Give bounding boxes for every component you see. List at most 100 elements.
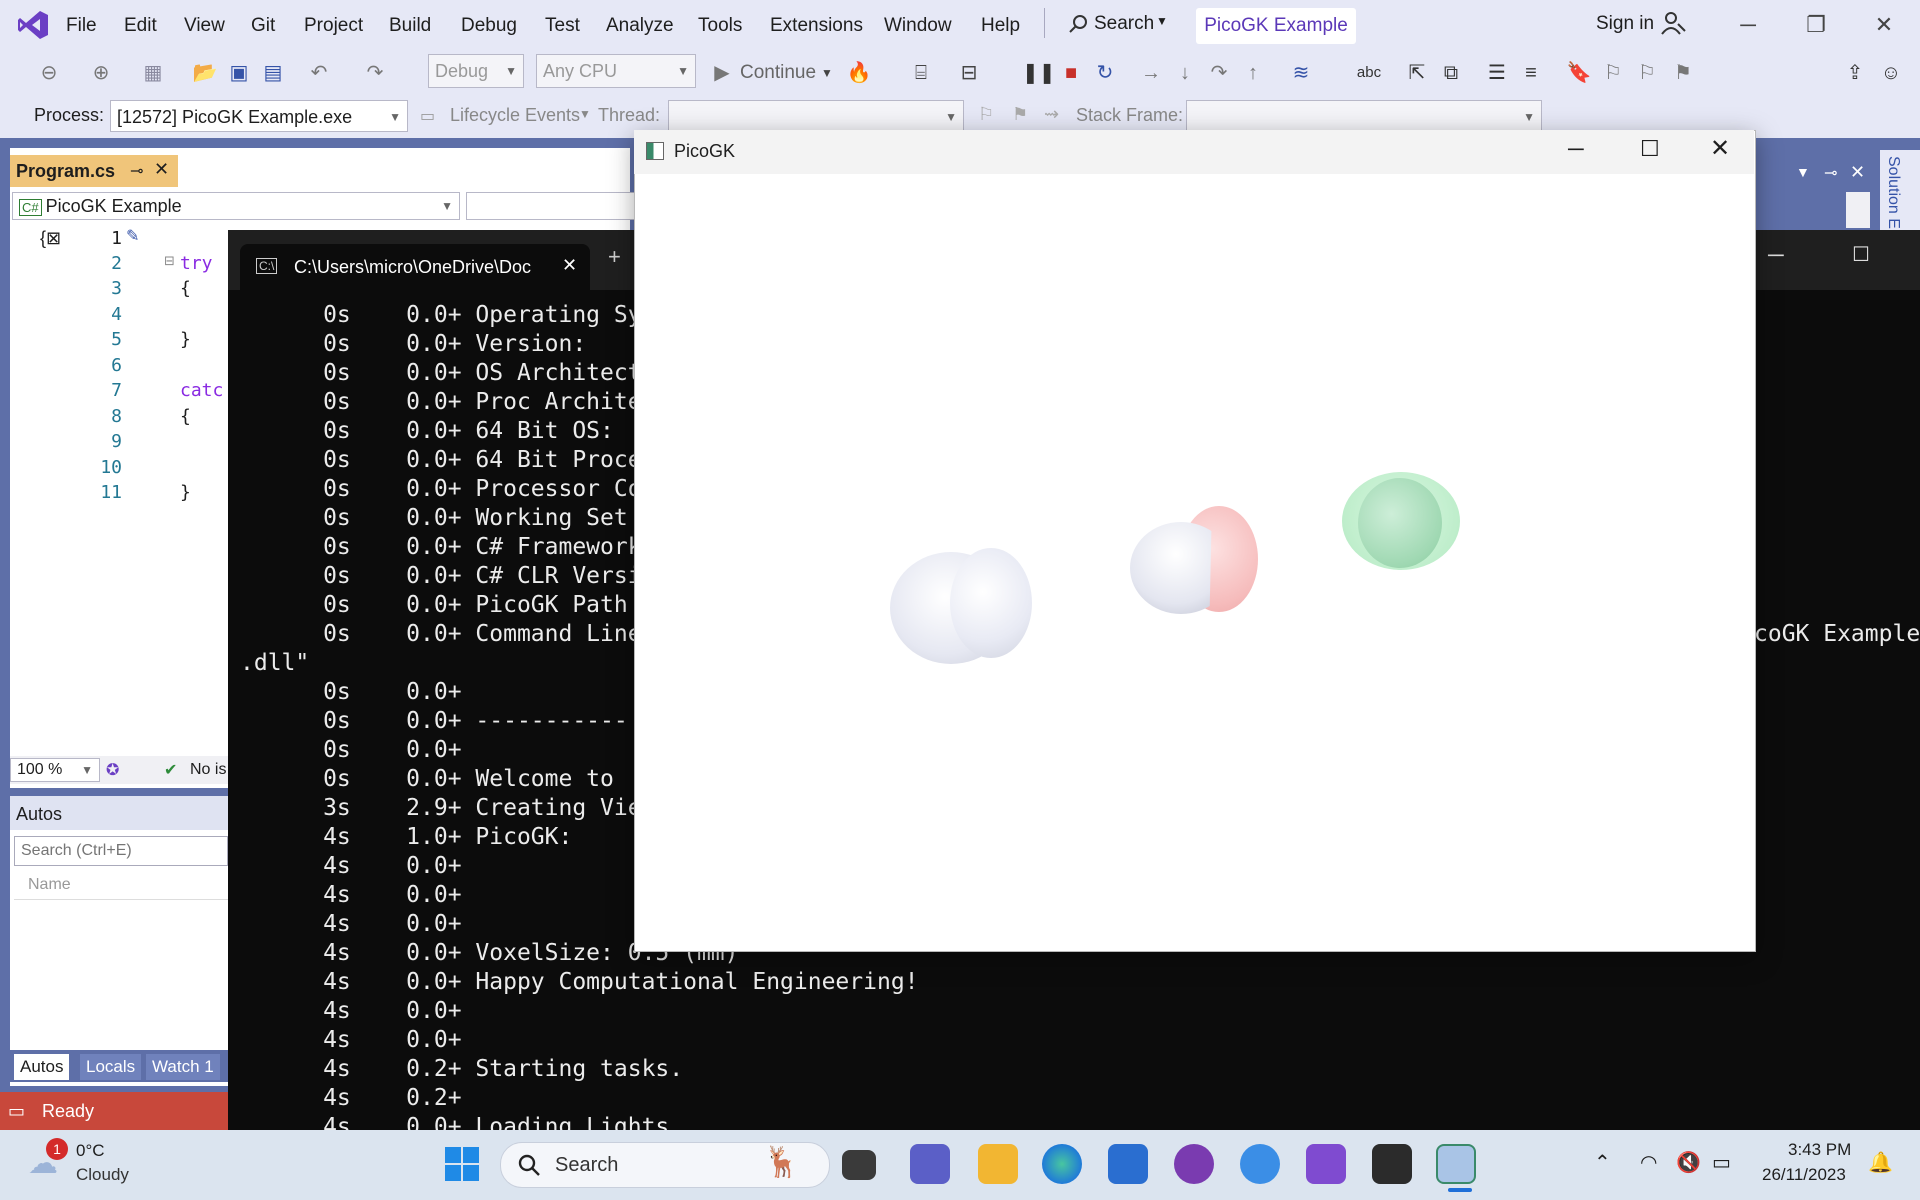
- notification-bell-icon[interactable]: 🔔: [1868, 1150, 1893, 1175]
- show-threads-icon[interactable]: ⇝: [1044, 104, 1059, 125]
- menu-build[interactable]: Build: [389, 15, 431, 37]
- close-tab-icon[interactable]: ✕: [562, 255, 577, 276]
- tab-watch-1[interactable]: Watch 1: [146, 1054, 220, 1080]
- menu-edit[interactable]: Edit: [124, 15, 157, 37]
- comment-icon[interactable]: ≡: [1516, 60, 1546, 86]
- menu-git[interactable]: Git: [251, 15, 275, 37]
- pause-icon[interactable]: ❚❚: [1022, 60, 1056, 86]
- menu-extensions[interactable]: Extensions: [770, 15, 863, 37]
- sign-in-link[interactable]: Sign in: [1596, 13, 1654, 35]
- visual-studio-icon[interactable]: [1306, 1144, 1346, 1184]
- weather-widget[interactable]: ☁ 1: [28, 1138, 68, 1180]
- menu-debug[interactable]: Debug: [461, 15, 517, 37]
- account-icon[interactable]: [1660, 10, 1686, 36]
- wifi-icon[interactable]: ◠: [1640, 1150, 1657, 1175]
- menu-tools[interactable]: Tools: [698, 15, 742, 37]
- pin-icon[interactable]: ⊸: [130, 161, 143, 181]
- stop-icon[interactable]: ■: [1058, 60, 1084, 86]
- picogk-maximize-button[interactable]: ☐: [1640, 136, 1660, 162]
- chevron-down-icon[interactable]: ▼: [1796, 164, 1810, 180]
- open-folder-icon[interactable]: 📂: [192, 60, 218, 86]
- picogk-app-taskbar-icon[interactable]: [1436, 1144, 1476, 1184]
- search-button[interactable]: Search ▼: [1060, 8, 1176, 40]
- taskbar-search[interactable]: Search 🦌: [500, 1142, 830, 1188]
- prev-bookmark-icon[interactable]: ⚐: [1600, 60, 1626, 86]
- scrollbar[interactable]: [1846, 192, 1870, 228]
- continue-dropdown-icon[interactable]: ▼: [820, 60, 834, 86]
- picogk-minimize-button[interactable]: ─: [1568, 136, 1584, 162]
- github-desktop-icon[interactable]: [1174, 1144, 1214, 1184]
- process-explorer-icon[interactable]: ⌸: [906, 60, 936, 86]
- clock-date[interactable]: 26/11/2023: [1762, 1165, 1846, 1185]
- save-all-icon[interactable]: ▤: [260, 60, 286, 86]
- chevron-up-icon[interactable]: ⌃: [1594, 1150, 1611, 1175]
- menu-view[interactable]: View: [184, 15, 225, 37]
- spell-check-icon[interactable]: abc: [1354, 60, 1384, 86]
- layout-icon[interactable]: ⊟: [954, 60, 984, 86]
- visual-studio-logo-icon[interactable]: [16, 8, 50, 42]
- tab-program-cs[interactable]: Program.cs ⊸ ✕: [10, 155, 178, 187]
- restore-button[interactable]: ❐: [1796, 10, 1836, 40]
- save-icon[interactable]: ▣: [226, 60, 252, 86]
- file-explorer-icon[interactable]: [978, 1144, 1018, 1184]
- solution-platform-dropdown[interactable]: Any CPU ▼: [536, 54, 696, 88]
- menu-analyze[interactable]: Analyze: [606, 15, 674, 37]
- project-navigation-dropdown[interactable]: C# PicoGK Example ▼: [12, 192, 460, 220]
- pin-icon[interactable]: ⊸: [1824, 163, 1837, 183]
- stack-frame-dropdown[interactable]: ▼: [1186, 100, 1542, 132]
- redo-icon[interactable]: ↷: [360, 60, 390, 86]
- terminal-tab[interactable]: C:\ C:\Users\micro\OneDrive\Doc ✕: [240, 244, 590, 292]
- type-navigation-dropdown[interactable]: [466, 192, 636, 220]
- tab-autos[interactable]: Autos: [14, 1054, 70, 1080]
- browser-icon[interactable]: [1240, 1144, 1280, 1184]
- clear-bookmarks-icon[interactable]: ⚑: [1670, 60, 1696, 86]
- step-out-icon[interactable]: ↑: [1240, 60, 1266, 86]
- teams-icon[interactable]: [910, 1144, 950, 1184]
- threads-icon[interactable]: ⚑: [1012, 104, 1028, 125]
- task-view-icon[interactable]: [842, 1150, 876, 1180]
- start-button[interactable]: [444, 1146, 480, 1182]
- terminal-minimize-button[interactable]: ─: [1768, 242, 1784, 268]
- edge-icon[interactable]: [1042, 1144, 1082, 1184]
- issues-status[interactable]: No is: [190, 761, 226, 779]
- microsoft-store-icon[interactable]: [1108, 1144, 1148, 1184]
- next-bookmark-icon[interactable]: ⚐: [1634, 60, 1660, 86]
- intellicode-icon[interactable]: ✪: [106, 760, 119, 780]
- continue-play-icon[interactable]: ▶: [710, 60, 734, 86]
- autos-search-input[interactable]: [14, 836, 228, 866]
- lifecycle-events-dropdown[interactable]: Lifecycle Events: [450, 105, 580, 126]
- menu-project[interactable]: Project: [304, 15, 363, 37]
- thread-dropdown[interactable]: ▼: [668, 100, 964, 132]
- continue-button[interactable]: Continue: [740, 60, 816, 86]
- step-into-icon[interactable]: ↓: [1172, 60, 1198, 86]
- clock-time[interactable]: 3:43 PM: [1788, 1140, 1851, 1160]
- step-over-icon[interactable]: ↷: [1206, 60, 1232, 86]
- picogk-close-button[interactable]: ✕: [1710, 134, 1730, 163]
- collapse-icon[interactable]: ⊟: [164, 253, 175, 269]
- close-panel-icon[interactable]: ✕: [1850, 162, 1865, 183]
- close-button[interactable]: ✕: [1864, 10, 1904, 40]
- flag-thread-icon[interactable]: ⚐: [978, 104, 994, 125]
- restart-icon[interactable]: ↻: [1090, 60, 1120, 86]
- name-column-header[interactable]: Name: [28, 876, 71, 894]
- indent-icon[interactable]: ☰: [1482, 60, 1512, 86]
- tab-locals[interactable]: Locals: [80, 1054, 142, 1080]
- bookmark-icon[interactable]: 🔖: [1566, 60, 1592, 86]
- code-map-icon[interactable]: ⧉: [1436, 60, 1466, 86]
- battery-icon[interactable]: ▭: [1712, 1150, 1731, 1175]
- terminal-maximize-button[interactable]: ☐: [1852, 242, 1870, 267]
- close-tab-icon[interactable]: ✕: [154, 159, 169, 180]
- forward-icon[interactable]: ⊕: [88, 60, 114, 86]
- process-dropdown[interactable]: [12572] PicoGK Example.exe ▼: [110, 100, 408, 132]
- show-next-statement-icon[interactable]: →: [1138, 60, 1164, 86]
- minimize-button[interactable]: ─: [1728, 10, 1768, 40]
- solution-configuration-dropdown[interactable]: Debug ▼: [428, 54, 524, 88]
- menu-help[interactable]: Help: [981, 15, 1020, 37]
- terminal-app-icon[interactable]: [1372, 1144, 1412, 1184]
- back-icon[interactable]: ⊖: [36, 60, 62, 86]
- speaker-muted-icon[interactable]: 🔇: [1676, 1150, 1701, 1175]
- menu-window[interactable]: Window: [884, 15, 952, 37]
- share-icon[interactable]: ⇪: [1840, 60, 1870, 86]
- menu-test[interactable]: Test: [545, 15, 580, 37]
- diagnostics-icon[interactable]: ≋: [1286, 60, 1316, 86]
